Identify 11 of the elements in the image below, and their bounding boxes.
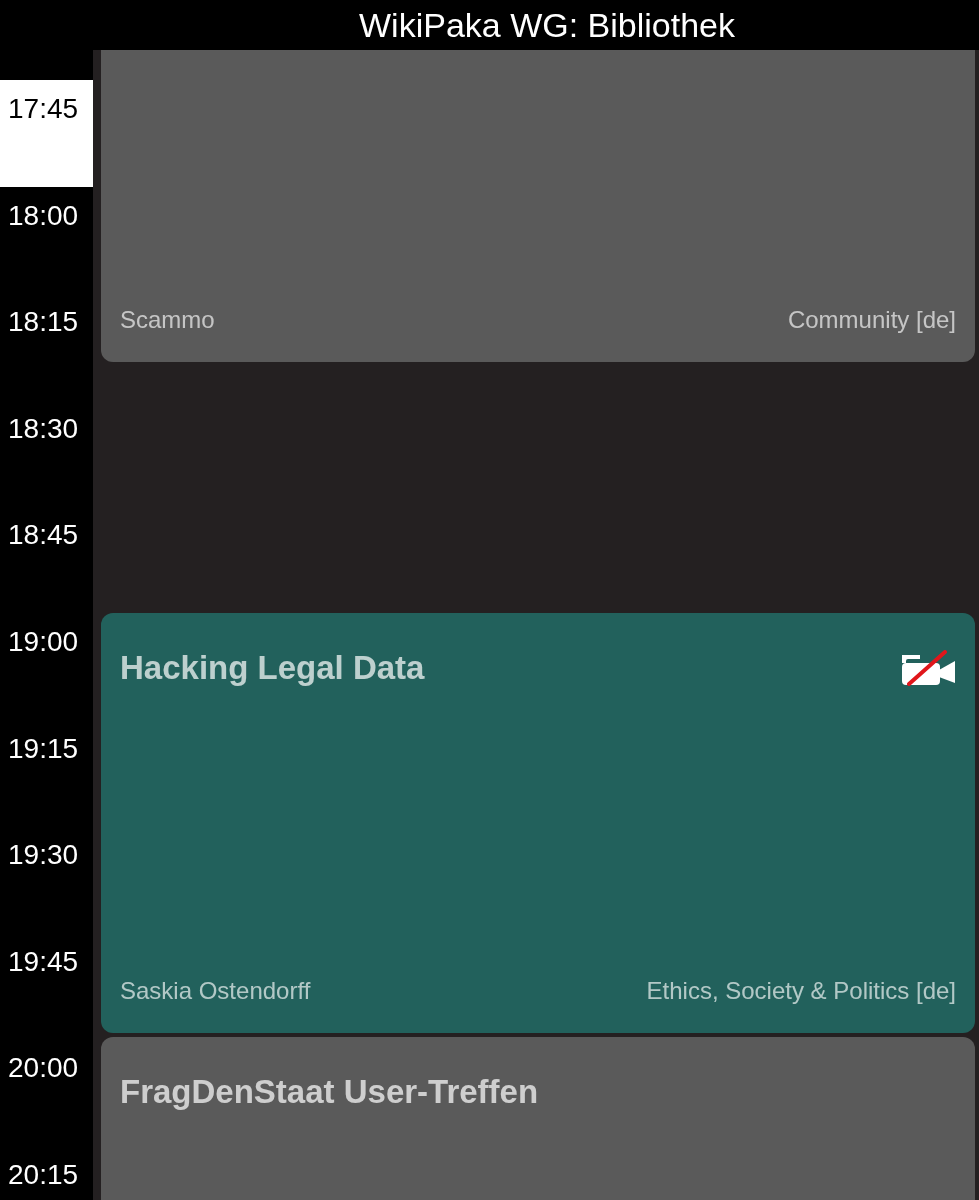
speaker-name: Saskia Ostendorff bbox=[120, 976, 311, 1006]
event-title: FragDenStaat User-Treffen bbox=[120, 1072, 539, 1112]
event-card[interactable]: Scammo Community [de] bbox=[101, 50, 975, 362]
event-card[interactable]: FragDenStaat User-Treffen bbox=[101, 1037, 975, 1200]
speaker-name: Scammo bbox=[120, 305, 215, 335]
window-title: WikiPaka WG: Bibliothek bbox=[359, 8, 735, 42]
time-slot: 17:45 bbox=[0, 80, 93, 187]
event-card[interactable]: Hacking Legal Data Saskia Ostendorff Ethics, Society & Politics [de] bbox=[101, 613, 975, 1033]
event-title: Hacking Legal Data bbox=[120, 648, 425, 688]
track-label: Ethics, Society & Politics [de] bbox=[646, 976, 956, 1006]
track-label: Community [de] bbox=[787, 305, 956, 335]
